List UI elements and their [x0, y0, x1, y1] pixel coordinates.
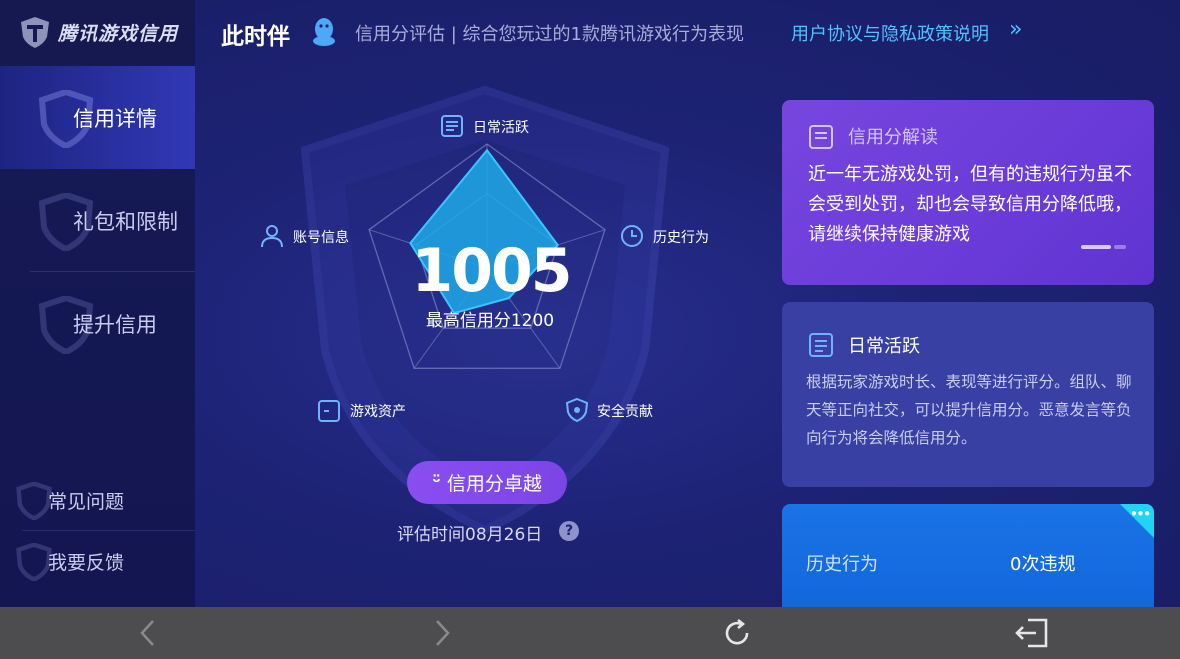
card-title: 日常活跃 [848, 336, 920, 357]
card-body: 根据玩家游戏时长、表现等进行评分。组队、聊天等正向社交，可以提升信用分。恶意发言… [806, 373, 1132, 447]
card-title: 信用分解读 [848, 127, 938, 148]
sidebar-item-credit-detail[interactable]: 信用详情 [0, 66, 195, 169]
sidebar-item-label: 信用详情 [73, 106, 157, 131]
forward-button[interactable] [412, 607, 472, 659]
radar-axis-history: 历史行为 [653, 230, 709, 246]
history-label: 历史行为 [806, 554, 878, 575]
sidebar-item-label: 提升信用 [73, 312, 157, 337]
refresh-icon [725, 618, 749, 645]
violation-count: 0次违规 [1010, 554, 1076, 575]
radar-axis-account-info: 账号信息 [293, 230, 349, 246]
forward-icon [436, 620, 450, 646]
brand: 腾讯游戏信用 [0, 0, 195, 64]
sidebar-item-label: 我要反馈 [48, 551, 125, 574]
help-icon[interactable]: ? [559, 521, 579, 541]
more-icon[interactable]: ••• [1130, 507, 1151, 521]
sidebar-item-feedback[interactable]: 我要反馈 [0, 533, 195, 589]
radar-axis-daily-active: 日常活跃 [473, 120, 529, 136]
daily-active-card: 日常活跃 根据玩家游戏时长、表现等进行评分。组队、聊天等正向社交，可以提升信用分… [782, 302, 1154, 487]
user-icon [261, 225, 283, 248]
shield-check-icon [565, 397, 589, 423]
sidebar-item-gifts-limits[interactable]: 礼包和限制 [0, 169, 195, 272]
sidebar-item-faq[interactable]: 常见问题 [0, 472, 195, 528]
divider [22, 530, 195, 531]
pager-dot [1114, 245, 1126, 249]
shield-icon [16, 482, 52, 520]
main-content: 此时伴 信用分评估 | 综合您玩过的1款腾讯游戏行为表现 用户协议与隐私政策说明… [195, 0, 1180, 607]
list-icon [809, 125, 833, 149]
credit-score: 1005 [411, 236, 573, 306]
shield-icon [16, 543, 52, 581]
sidebar-item-label: 常见问题 [48, 490, 125, 513]
sidebar-item-improve-credit[interactable]: 提升信用 [0, 272, 195, 375]
list-icon [809, 333, 833, 357]
pager-dot-active [1081, 245, 1111, 249]
clock-icon [621, 225, 643, 247]
bottom-navigation-bar [0, 607, 1180, 659]
smile-icon: ᵕ̈ [432, 472, 441, 493]
radar-axis-security: 安全贡献 [597, 404, 653, 420]
back-button[interactable] [118, 607, 178, 659]
brand-name: 腾讯游戏信用 [58, 22, 179, 45]
exit-icon [1015, 618, 1048, 648]
history-behavior-card[interactable]: ••• 历史行为 0次违规 [782, 504, 1154, 607]
back-icon [140, 620, 154, 646]
card-body: 近一年无游戏处罚，但有的违规行为虽不会受到处罚，却也会导致信用分降低哦，请继续保… [808, 164, 1132, 245]
evaluation-time: 评估时间08月26日 [397, 525, 543, 545]
radar-axis-game-assets: 游戏资产 [350, 404, 406, 420]
list-icon [441, 115, 463, 137]
score-interpretation-card[interactable]: 信用分解读 近一年无游戏处罚，但有的违规行为虽不会受到处罚，却也会导致信用分降低… [782, 100, 1154, 285]
sidebar-item-label: 礼包和限制 [73, 209, 178, 234]
refresh-button[interactable] [707, 607, 767, 659]
shield-logo-icon [21, 17, 49, 48]
carousel-pager [1081, 245, 1126, 249]
sidebar: 腾讯游戏信用 信用详情 礼包和限制 提升信用 常见问题 我要反馈 [0, 0, 195, 607]
credit-grade-button[interactable]: ᵕ̈ 信用分卓越 [407, 461, 567, 504]
max-score-label: 最高信用分1200 [425, 311, 555, 331]
wallet-icon [318, 400, 340, 422]
credit-grade-label: 信用分卓越 [446, 473, 542, 495]
exit-button[interactable] [1002, 607, 1062, 659]
